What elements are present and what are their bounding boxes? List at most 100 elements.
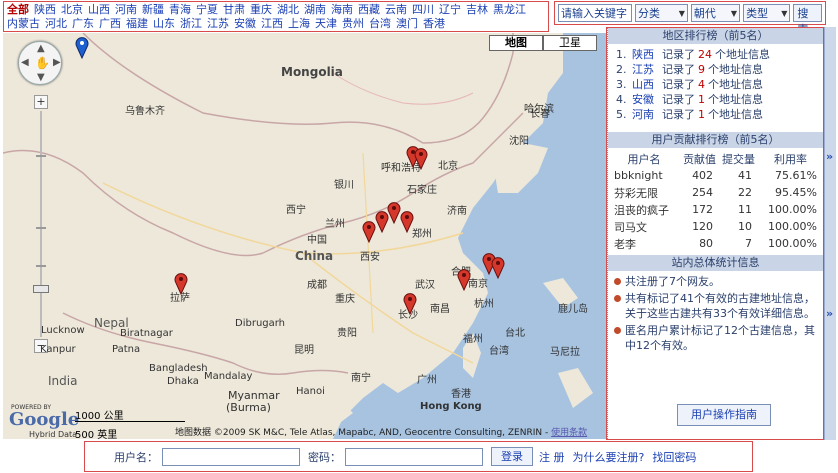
province-link[interactable]: 北京 bbox=[61, 3, 83, 16]
region-link[interactable]: 河南 bbox=[632, 107, 662, 122]
bullet-icon bbox=[614, 327, 621, 334]
pan-down-icon[interactable]: ▼ bbox=[37, 72, 45, 83]
register-link[interactable]: 注 册 bbox=[539, 449, 565, 465]
table-row: 芬彩无限 254 22 95.45% bbox=[608, 184, 823, 201]
recover-password-link[interactable]: 找回密码 bbox=[652, 449, 696, 465]
map-type-map-button[interactable]: 地图 bbox=[489, 35, 543, 51]
dynasty-select[interactable]: 朝代 ▼ bbox=[690, 4, 741, 22]
site-marker-icon[interactable] bbox=[402, 291, 418, 315]
site-marker-icon[interactable] bbox=[173, 271, 189, 295]
rank-count: 4 bbox=[698, 78, 705, 91]
province-link[interactable]: 海南 bbox=[331, 3, 353, 16]
province-link[interactable]: 山东 bbox=[153, 17, 175, 30]
map-label: 台湾 bbox=[489, 346, 509, 357]
province-link[interactable]: 内蒙古 bbox=[7, 17, 40, 30]
region-link[interactable]: 江苏 bbox=[632, 62, 662, 77]
pan-control[interactable]: ▲ ▼ ◀ ▶ ✋ bbox=[18, 41, 62, 85]
panel-collapse-strip[interactable]: » » bbox=[824, 27, 836, 440]
province-link[interactable]: 河南 bbox=[115, 3, 137, 16]
login-button[interactable]: 登录 bbox=[491, 447, 533, 466]
password-input[interactable] bbox=[345, 447, 483, 466]
region-link[interactable]: 陕西 bbox=[632, 47, 662, 62]
site-marker-icon[interactable] bbox=[399, 209, 415, 233]
value-cell: 402 bbox=[692, 169, 714, 182]
province-link[interactable]: 西藏 bbox=[358, 3, 380, 16]
username-input[interactable] bbox=[162, 447, 300, 466]
zoom-tick bbox=[36, 227, 46, 229]
map-view[interactable]: 地图 卫星 ▲ ▼ ◀ ▶ ✋ + − Mongolia China Nepal… bbox=[3, 33, 606, 439]
hand-icon[interactable]: ✋ bbox=[35, 56, 50, 70]
site-stats-list: 共注册了7个网友。 共有标记了41个有效的古建地址信息，关于这些古建共有33个有效… bbox=[608, 271, 823, 353]
site-marker-icon[interactable] bbox=[490, 255, 506, 279]
pan-right-icon[interactable]: ▶ bbox=[53, 57, 61, 68]
province-link[interactable]: 浙江 bbox=[180, 17, 202, 30]
province-link[interactable]: 陕西 bbox=[34, 3, 56, 16]
user-guide-button[interactable]: 用户操作指南 bbox=[677, 404, 771, 426]
chevron-down-icon: ▼ bbox=[678, 8, 685, 18]
province-link[interactable]: 河北 bbox=[45, 17, 67, 30]
why-register-link[interactable]: 为什么要注册? bbox=[573, 449, 645, 465]
map-label: 南宁 bbox=[351, 373, 371, 384]
province-link[interactable]: 福建 bbox=[126, 17, 148, 30]
zoom-in-button[interactable]: + bbox=[34, 95, 48, 109]
province-link[interactable]: 黑龙江 bbox=[493, 3, 526, 16]
pan-up-icon[interactable]: ▲ bbox=[37, 43, 45, 54]
region-link[interactable]: 安徽 bbox=[632, 92, 662, 107]
username-label: 用户名： bbox=[114, 450, 158, 464]
chevron-down-icon: ▼ bbox=[781, 8, 788, 18]
province-link[interactable]: 辽宁 bbox=[439, 3, 461, 16]
province-link[interactable]: 江苏 bbox=[207, 17, 229, 30]
google-logo[interactable]: Google bbox=[9, 409, 79, 430]
dynasty-select-label: 朝代 bbox=[693, 7, 716, 20]
province-link[interactable]: 重庆 bbox=[250, 3, 272, 16]
map-label: 济南 bbox=[447, 206, 467, 217]
province-link[interactable]: 广西 bbox=[99, 17, 121, 30]
map-label: 武汉 bbox=[415, 280, 435, 291]
province-link[interactable]: 新疆 bbox=[142, 3, 164, 16]
stat-text: 共注册了7个网友。 bbox=[625, 275, 720, 288]
province-link[interactable]: 上海 bbox=[288, 17, 310, 30]
map-attribution: 地图数据 ©2009 SK M&C, Tele Atlas, Mapabc, A… bbox=[175, 425, 587, 438]
type-select[interactable]: 类型 ▼ bbox=[743, 4, 791, 22]
province-link[interactable]: 安徽 bbox=[234, 17, 256, 30]
province-link[interactable]: 甘肃 bbox=[223, 3, 245, 16]
keyword-search-input[interactable] bbox=[558, 4, 632, 22]
province-link[interactable]: 吉林 bbox=[466, 3, 488, 16]
zoom-thumb[interactable] bbox=[33, 285, 49, 293]
province-link[interactable]: 天津 bbox=[315, 17, 337, 30]
province-link[interactable]: 香港 bbox=[423, 17, 445, 30]
province-link[interactable]: 山西 bbox=[88, 3, 110, 16]
province-link[interactable]: 四川 bbox=[412, 3, 434, 16]
search-button[interactable]: 搜索 bbox=[793, 4, 822, 36]
list-item: 5. 河南 记录了 1 个地址信息 bbox=[616, 107, 817, 122]
province-link[interactable]: 湖北 bbox=[277, 3, 299, 16]
province-link[interactable]: 澳门 bbox=[396, 17, 418, 30]
collapse-arrow-icon[interactable]: » bbox=[826, 307, 833, 320]
map-label: 沈阳 bbox=[509, 136, 529, 147]
region-link[interactable]: 山西 bbox=[632, 77, 662, 92]
province-link[interactable]: 全部 bbox=[7, 3, 29, 16]
current-location-marker-icon[interactable] bbox=[74, 35, 90, 59]
province-link[interactable]: 江西 bbox=[261, 17, 283, 30]
zoom-slider[interactable]: + − bbox=[33, 95, 49, 355]
province-link[interactable]: 台湾 bbox=[369, 17, 391, 30]
pan-left-icon[interactable]: ◀ bbox=[21, 57, 29, 68]
rank-prefix: 记录了 bbox=[662, 108, 695, 121]
map-label: 福州 bbox=[463, 334, 483, 345]
terms-of-use-link[interactable]: 使用条款 bbox=[551, 428, 587, 438]
list-item: 共注册了7个网友。 bbox=[614, 274, 819, 289]
collapse-arrow-icon[interactable]: » bbox=[826, 150, 833, 163]
province-link[interactable]: 宁夏 bbox=[196, 3, 218, 16]
category-select[interactable]: 分类 ▼ bbox=[635, 4, 688, 22]
province-link[interactable]: 湖南 bbox=[304, 3, 326, 16]
hybrid-label: Hybrid Data bbox=[29, 430, 78, 439]
province-link[interactable]: 云南 bbox=[385, 3, 407, 16]
site-marker-icon[interactable] bbox=[456, 267, 472, 291]
province-link[interactable]: 贵州 bbox=[342, 17, 364, 30]
map-type-satellite-button[interactable]: 卫星 bbox=[543, 35, 597, 51]
value-cell: 100.00% bbox=[768, 203, 817, 216]
province-link[interactable]: 青海 bbox=[169, 3, 191, 16]
province-link[interactable]: 广东 bbox=[72, 17, 94, 30]
map-label: Mandalay bbox=[204, 371, 253, 382]
site-marker-icon[interactable] bbox=[413, 146, 429, 170]
